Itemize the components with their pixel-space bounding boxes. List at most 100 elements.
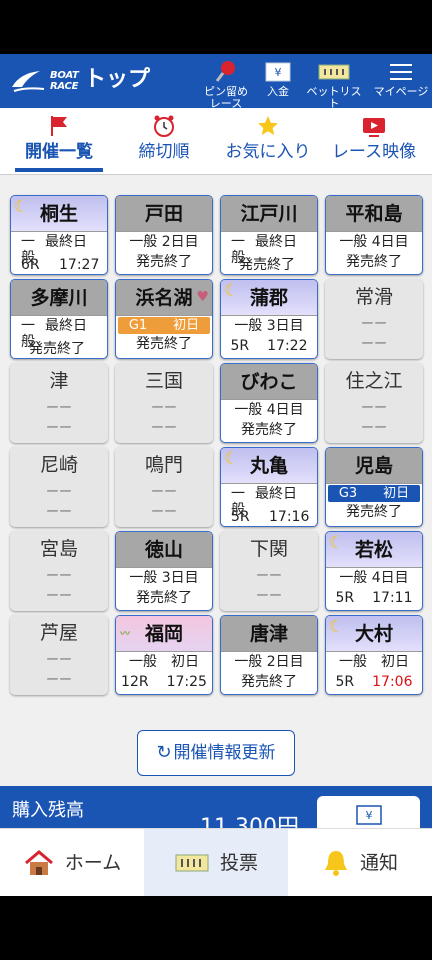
venue-card[interactable]: ☾ 大村 一般 初日 5R 17:06 (325, 615, 423, 695)
night-race-moon-icon: ☾ (224, 449, 240, 469)
venue-name: 唐津 (221, 616, 317, 652)
tab-favorites[interactable]: お気に入り (218, 108, 318, 174)
venue-name: びわこ (221, 364, 317, 400)
bottom-tab-home[interactable]: ホーム (0, 829, 144, 896)
race-day: ーー (45, 485, 72, 500)
venue-name: ☾ 大村 (326, 616, 422, 652)
race-status: ーー (45, 673, 72, 688)
race-deadline: 17:22 (267, 338, 308, 354)
race-deadline: 17:27 (59, 257, 100, 273)
venue-card[interactable]: 芦屋 ーー ーー (10, 615, 108, 695)
venue-name-text: 大村 (354, 622, 393, 645)
status-bar (0, 0, 432, 54)
race-status: 発売終了 (241, 674, 297, 690)
venue-card[interactable]: ☾ 桐生 一般 最終日 6R 17:27 (10, 195, 108, 275)
venue-name-text: 芦屋 (39, 622, 78, 644)
race-status: 12R 17:25 (116, 672, 212, 692)
system-nav-bar (0, 896, 432, 960)
venue-card[interactable]: ☾ 丸亀 一般 最終日 5R 17:16 (220, 447, 318, 527)
tab-schedule[interactable]: 開催一覧 (10, 108, 108, 174)
venue-name-text: 津 (49, 370, 69, 392)
bottom-tab-notifications-label: 通知 (359, 851, 398, 874)
race-status: 発売終了 (29, 341, 85, 357)
day-label: 初日 (173, 318, 200, 333)
bet-list-button[interactable]: ベットリスト (302, 58, 366, 110)
venue-name: 平和島 (326, 196, 422, 232)
venue-card[interactable]: 三国 ーー ーー (115, 363, 213, 443)
tab-race-video[interactable]: レース映像 (324, 108, 424, 174)
venue-card[interactable]: 徳山 一般 3日目 発売終了 (115, 531, 213, 611)
race-status: 発売終了 (346, 504, 402, 520)
race-status: ーー (45, 505, 72, 520)
race-status: 発売終了 (136, 254, 192, 270)
venue-card[interactable]: びわこ 一般 4日目 発売終了 (220, 363, 318, 443)
venue-name-text: 尼崎 (39, 454, 78, 476)
venue-card[interactable]: ☾ 若松 一般 4日目 5R 17:11 (325, 531, 423, 611)
tab-deadline[interactable]: 締切順 (118, 108, 210, 174)
boat-race-logo[interactable]: BOAT RACE (10, 67, 79, 95)
race-number: 6R (21, 257, 40, 273)
venue-name: 徳山 (116, 532, 212, 568)
venue-card[interactable]: 浜名湖 ♥ G1 初日 発売終了 (115, 279, 213, 359)
svg-text:¥: ¥ (275, 66, 282, 79)
tab-schedule-label: 開催一覧 (25, 142, 93, 162)
race-status: 発売終了 (239, 257, 295, 273)
race-status: ーー (45, 421, 72, 436)
venue-name: 住之江 (325, 363, 423, 399)
venue-card[interactable]: 児島 G3 初日 発売終了 (325, 447, 423, 527)
page-title: トップ (84, 67, 151, 92)
bottom-tab-vote[interactable]: 投票 (144, 829, 288, 896)
venue-card[interactable]: 常滑 ーー ーー (325, 279, 423, 359)
vote-icon (175, 854, 209, 871)
venue-card[interactable]: 住之江 ーー ーー (325, 363, 423, 443)
deposit-shortcut-button[interactable]: ¥ (317, 796, 420, 828)
venue-card[interactable]: 多摩川 一般 最終日 発売終了 (10, 279, 108, 359)
venue-name: ☾ 桐生 (11, 196, 107, 232)
venue-name: 宮島 (10, 531, 108, 567)
venue-grid: ↻ 開催情報更新 ☾ 桐生 一般 最終日 6R 17:27 戸田 一般 2日目 発売終了 江戸川一… (0, 174, 432, 786)
evening-icon: 〰 (120, 629, 130, 640)
tab-deadline-label: 締切順 (138, 142, 190, 162)
pinned-races-button[interactable]: ピン留めレース (200, 58, 252, 110)
venue-card[interactable]: 尼崎 ーー ーー (10, 447, 108, 527)
svg-text:¥: ¥ (365, 809, 372, 822)
race-day: ーー (255, 569, 282, 584)
bottom-tab-notifications[interactable]: 通知 (288, 829, 432, 896)
race-status: ーー (150, 505, 177, 520)
venue-name: 浜名湖 ♥ (116, 280, 212, 316)
race-number: 5R (335, 590, 355, 606)
active-tab-indicator (15, 168, 103, 172)
race-status: 5R 17:06 (326, 672, 422, 692)
venue-card[interactable]: 宮島 ーー ーー (10, 531, 108, 611)
venue-name-text: 桐生 (39, 202, 78, 225)
venue-name-text: 児島 (354, 454, 393, 477)
race-status: 5R 17:11 (326, 588, 422, 608)
venue-name-text: 宮島 (39, 538, 78, 560)
refresh-button[interactable]: ↻ 開催情報更新 (137, 730, 295, 776)
race-day: ーー (45, 569, 72, 584)
race-status: ーー (150, 421, 177, 436)
flag-icon (10, 108, 108, 142)
venue-card[interactable]: 唐津 一般 2日目 発売終了 (220, 615, 318, 695)
race-status: 発売終了 (346, 254, 402, 270)
venue-card[interactable]: 江戸川 一般 最終日 発売終了 (220, 195, 318, 275)
venue-card[interactable]: ☾ 蒲郡 一般 3日目 5R 17:22 (220, 279, 318, 359)
race-day: 一般 3日目 (129, 570, 199, 586)
venue-card[interactable]: 津ーー ーー (10, 363, 108, 443)
balance-bar: 購入残高 11,300円 ¥ (0, 786, 432, 828)
my-page-button[interactable]: マイページ (372, 58, 430, 98)
venue-name-text: 浜名湖 (135, 286, 193, 309)
venue-card[interactable]: 下関 ーー ーー (220, 531, 318, 611)
venue-name-text: 唐津 (249, 622, 288, 645)
refresh-label: 開催情報更新 (173, 743, 276, 763)
day-label: 最終日 (255, 234, 297, 250)
venue-name: 多摩川 (11, 280, 107, 316)
venue-card[interactable]: 鳴門 ーー ーー (115, 447, 213, 527)
venue-card[interactable]: 戸田 一般 2日目 発売終了 (115, 195, 213, 275)
race-status: ーー (45, 589, 72, 604)
race-day: 一般 4日目 (339, 570, 409, 586)
deposit-button[interactable]: ¥ 入金 (258, 58, 298, 98)
venue-card[interactable]: 平和島 一般 4日目 発売終了 (325, 195, 423, 275)
refresh-icon: ↻ (156, 742, 172, 763)
venue-card[interactable]: 〰 福岡 一般 初日 12R 17:25 (115, 615, 213, 695)
